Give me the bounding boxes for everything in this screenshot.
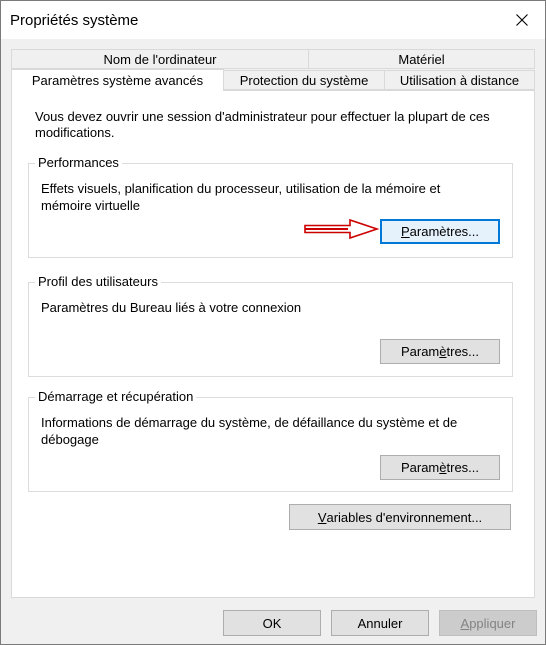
close-button[interactable] [499, 1, 545, 39]
startup-recovery-settings-button[interactable]: Param è tres... [380, 455, 500, 480]
user-profiles-group: Profil des utilisateurs Paramètres du Bu… [28, 274, 513, 377]
performances-settings-button[interactable]: Paramètres... [380, 219, 500, 244]
tab-label: Protection du système [239, 72, 369, 88]
ok-label: OK [262, 615, 282, 631]
title-bar: Propriétés système [1, 1, 545, 39]
apply-button[interactable]: Appliquer [439, 610, 537, 636]
startup-recovery-description: Informations de démarrage du système, de… [41, 415, 458, 447]
performances-description: Effets visuels, planification du process… [41, 181, 441, 213]
system-properties-window: Propriétés système Nom de l'ordinateur M… [0, 0, 546, 645]
admin-note: Vous devez ouvrir une session d'administ… [35, 109, 490, 140]
performances-group: Performances Effets visuels, planificati… [28, 155, 513, 258]
red-arrow-annotation [304, 218, 380, 240]
button-label-post: aramètres... [409, 224, 480, 239]
tab-label: Nom de l'ordinateur [103, 51, 217, 67]
accelerator-key: V [317, 509, 327, 525]
tab-computer-name[interactable]: Nom de l'ordinateur [11, 49, 309, 69]
user-profiles-description: Paramètres du Bureau liés à votre connex… [41, 300, 302, 315]
performances-legend: Performances [35, 155, 122, 171]
cancel-label: Annuler [357, 615, 403, 631]
button-label-post: tres... [446, 460, 480, 475]
user-profiles-legend: Profil des utilisateurs [35, 274, 161, 290]
tab-system-protection[interactable]: Protection du système [223, 70, 385, 90]
accelerator-key: è [439, 344, 447, 359]
accelerator-key: A [460, 615, 470, 631]
tab-label: Paramètres système avancés [31, 73, 204, 88]
button-label-pre: Param [400, 460, 440, 475]
user-profiles-settings-button[interactable]: Param è tres... [380, 339, 500, 364]
button-label-pre: Param [400, 344, 440, 359]
tab-hardware[interactable]: Matériel [308, 49, 535, 69]
accelerator-key: P [400, 224, 410, 239]
tab-remote[interactable]: Utilisation à distance [384, 70, 535, 90]
button-label-post: tres... [446, 344, 480, 359]
accelerator-key: è [439, 460, 447, 475]
tab-advanced-system-settings[interactable]: Paramètres système avancés [11, 69, 224, 91]
button-label-post: ppliquer [469, 615, 516, 631]
ok-button[interactable]: OK [223, 610, 321, 636]
close-icon [516, 14, 528, 26]
tab-label: Matériel [398, 51, 445, 67]
window-title: Propriétés système [10, 12, 139, 29]
button-label-post: ariables d'environnement... [326, 509, 483, 525]
environment-variables-button[interactable]: Variables d'environnement... [289, 504, 511, 530]
startup-recovery-group: Démarrage et récupération Informations d… [28, 389, 513, 492]
tab-panel-advanced: Vous devez ouvrir une session d'administ… [11, 90, 535, 598]
tab-label: Utilisation à distance [399, 72, 520, 88]
startup-recovery-legend: Démarrage et récupération [35, 389, 197, 405]
cancel-button[interactable]: Annuler [331, 610, 429, 636]
